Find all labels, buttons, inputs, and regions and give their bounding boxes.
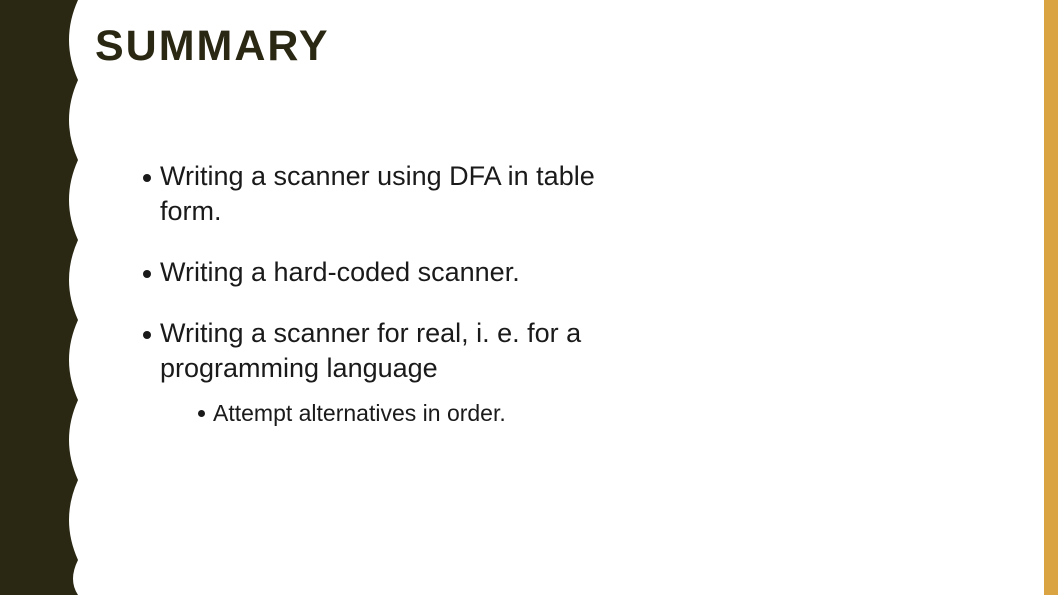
list-item: Attempt alternatives in order. [198,398,1028,429]
bullet-icon [143,270,151,278]
list-item: Writing a scanner for real, i. e. for a … [143,316,1028,386]
bullet-text: Writing a scanner using DFA in table for… [160,159,620,229]
list-item: Writing a scanner using DFA in table for… [143,159,1028,229]
bullet-list: Writing a scanner using DFA in table for… [143,159,1028,430]
bullet-icon [198,410,205,417]
bullet-icon [143,174,151,182]
left-decorative-stripe [0,0,85,595]
wavy-stripe-svg [0,0,85,595]
slide-content: SUMMARY Writing a scanner using DFA in t… [95,22,1028,430]
sub-bullet-text: Attempt alternatives in order. [213,398,506,429]
bullet-text: Writing a hard-coded scanner. [160,255,520,290]
bullet-text: Writing a scanner for real, i. e. for a … [160,316,620,386]
right-accent-stripe [1044,0,1058,595]
slide-title: SUMMARY [95,22,1028,71]
sub-bullet-list: Attempt alternatives in order. [198,398,1028,429]
bullet-icon [143,331,151,339]
list-item: Writing a hard-coded scanner. [143,255,1028,290]
